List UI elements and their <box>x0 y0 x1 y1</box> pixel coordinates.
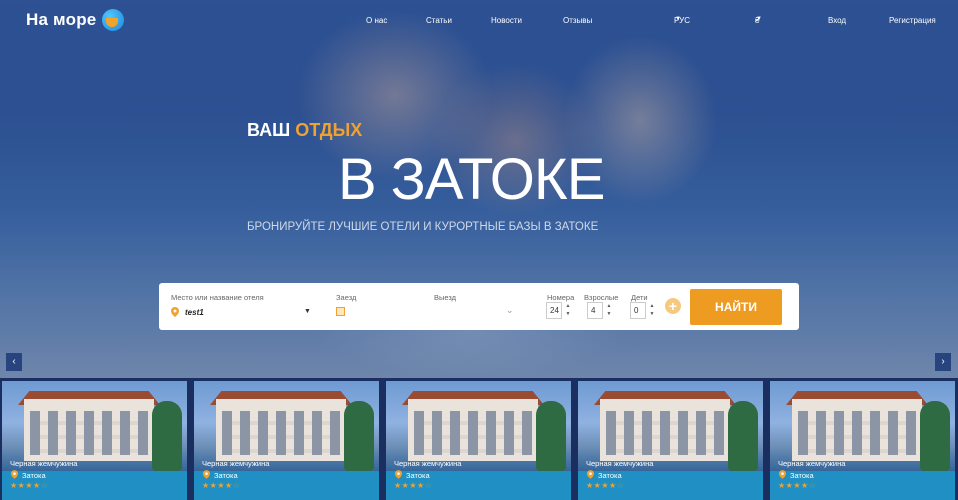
map-pin-icon <box>11 470 18 479</box>
nav-login[interactable]: Вход <box>828 16 846 25</box>
children-label: Дети <box>631 293 648 302</box>
caret-down-icon[interactable]: ▼ <box>304 308 311 315</box>
star-rating: ★★★★☆ <box>394 481 433 490</box>
nav-about[interactable]: О нас <box>366 16 387 25</box>
hotel-town: Затока <box>598 471 622 480</box>
hotel-name: Черная жемчужина <box>394 459 462 468</box>
hotel-card[interactable]: Черная жемчужина Затока ★★★★☆ <box>194 381 379 500</box>
chevron-down-icon[interactable]: ⌄ <box>506 305 514 316</box>
map-pin-icon <box>171 307 179 317</box>
hotel-carousel: Черная жемчужина Затока ★★★★☆ Черная жем… <box>0 378 958 500</box>
caret-down-icon: ▼ <box>756 16 762 22</box>
checkin-label: Заезд <box>336 293 357 302</box>
hotel-name: Черная жемчужина <box>202 459 270 468</box>
star-rating: ★★★★☆ <box>586 481 625 490</box>
photo-tree <box>536 401 566 471</box>
hero-subline: БРОНИРУЙТЕ ЛУЧШИЕ ОТЕЛИ И КУРОРТНЫЕ БАЗЫ… <box>247 221 599 233</box>
calendar-icon[interactable] <box>336 307 345 316</box>
children-stepper[interactable]: 0 <box>630 302 646 319</box>
hotel-card[interactable]: Черная жемчужина Затока ★★★★☆ <box>578 381 763 500</box>
photo-tree <box>728 401 758 471</box>
nav-articles[interactable]: Статьи <box>426 16 452 25</box>
adults-stepper[interactable]: 4 <box>587 302 603 319</box>
kicker-plain: ВАШ <box>247 120 291 140</box>
rooms-stepper-arrows[interactable]: ▲ ▼ <box>564 302 572 319</box>
chevron-left-icon[interactable]: ‹ <box>6 353 22 371</box>
star-rating: ★★★★☆ <box>10 481 49 490</box>
location-input[interactable]: test1 <box>185 308 204 317</box>
photo-tree <box>920 401 950 471</box>
nav-register[interactable]: Регистрация <box>889 16 936 25</box>
map-pin-icon <box>587 470 594 479</box>
star-rating: ★★★★☆ <box>778 481 817 490</box>
adults-stepper-arrows[interactable]: ▲ ▼ <box>605 302 613 319</box>
adults-label: Взрослые <box>584 293 619 302</box>
map-pin-icon <box>779 470 786 479</box>
hotel-town: Затока <box>790 471 814 480</box>
chevron-right-icon[interactable]: › <box>935 353 951 371</box>
rooms-label: Номера <box>547 293 575 302</box>
hotel-card[interactable]: Черная жемчужина Затока ★★★★☆ <box>386 381 571 500</box>
search-button[interactable]: НАЙТИ <box>690 289 782 325</box>
map-pin-icon <box>203 470 210 479</box>
map-pin-icon <box>395 470 402 479</box>
hotel-card[interactable]: Черная жемчужина Затока ★★★★☆ <box>770 381 955 500</box>
main-nav: О нас Статьи Новости Отзывы РУС ▼ ₴ ▼ Вход… <box>0 16 958 30</box>
kicker-accent: ОТДЫХ <box>295 120 363 140</box>
hotel-town: Затока <box>22 471 46 480</box>
photo-tree <box>344 401 374 471</box>
photo-windows <box>798 411 916 455</box>
caret-down-icon: ▼ <box>675 16 681 22</box>
hero-kicker: ВАШ ОТДЫХ <box>247 120 362 141</box>
nav-news[interactable]: Новости <box>491 16 522 25</box>
star-rating: ★★★★☆ <box>202 481 241 490</box>
photo-tree <box>152 401 182 471</box>
nav-reviews[interactable]: Отзывы <box>563 16 592 25</box>
children-stepper-arrows[interactable]: ▲ ▼ <box>648 302 656 319</box>
hotel-town: Затока <box>406 471 430 480</box>
photo-windows <box>606 411 724 455</box>
hotel-town: Затока <box>214 471 238 480</box>
photo-windows <box>414 411 532 455</box>
hotel-name: Черная жемчужина <box>586 459 654 468</box>
photo-windows <box>30 411 148 455</box>
hotel-name: Черная жемчужина <box>10 459 78 468</box>
hero-headline: В ЗАТОКЕ <box>338 147 605 212</box>
rooms-stepper[interactable]: 24 <box>546 302 562 319</box>
hotel-search-form: Место или название отеля test1 ▼ Заезд В… <box>159 283 799 330</box>
hotel-name: Черная жемчужина <box>778 459 846 468</box>
photo-windows <box>222 411 340 455</box>
checkout-label: Выезд <box>434 293 457 302</box>
hotel-card[interactable]: Черная жемчужина Затока ★★★★☆ <box>2 381 187 500</box>
add-room-button[interactable]: + <box>665 298 681 314</box>
location-label: Место или название отеля <box>171 293 264 302</box>
